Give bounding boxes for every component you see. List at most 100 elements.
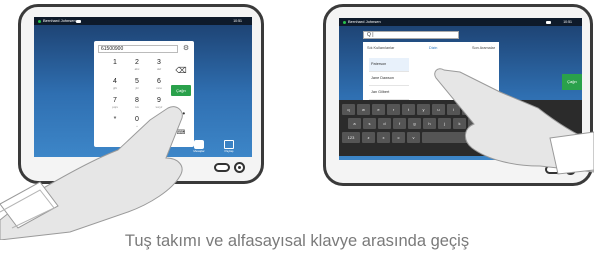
call-button[interactable]: Çağrı [562, 74, 582, 90]
keyboard-key[interactable]: q [342, 104, 355, 115]
key-digit: 5 [135, 78, 139, 85]
volume-button[interactable] [545, 165, 561, 174]
volume-button[interactable] [214, 163, 230, 172]
directory-tabs: Sık Kullanılanlar Dizin Son Aramalar [367, 46, 495, 53]
list-item[interactable]: Jan Gilbert [369, 86, 409, 100]
keypad-key[interactable]: * [104, 116, 126, 135]
status-bar: Bernhard Johnsen 10:51 [339, 18, 582, 26]
keyboard-key[interactable]: s [363, 118, 376, 129]
keyboard-key[interactable]: y [417, 104, 430, 115]
key-digit: 3 [157, 59, 161, 66]
left-screen: Bernhard Johnsen 10:51 61500900 ⚙ 1 2 abc 3… [34, 17, 252, 157]
keypad-key[interactable]: 2 abc [126, 59, 148, 78]
keyboard-key[interactable]: g [408, 118, 421, 129]
keypad-key[interactable]: 1 [104, 59, 126, 78]
keypad-key[interactable]: 6 mno [148, 78, 170, 97]
keyboard-key[interactable]: b [478, 132, 491, 143]
keyboard-row: qwertyuiop [342, 104, 579, 115]
key-letters: wxyz [155, 105, 163, 109]
keyboard-key[interactable]: d [378, 118, 391, 129]
more-button[interactable]: ••• [172, 109, 190, 118]
keyboard-toggle-button[interactable]: ⌨ [172, 129, 190, 136]
key-digit: # [157, 116, 161, 123]
keyboard-key[interactable]: a [348, 118, 361, 129]
key-digit: 2 [135, 59, 139, 66]
keyboard-key[interactable]: w [357, 104, 370, 115]
keyboard-key[interactable]: i [447, 104, 460, 115]
list-item[interactable]: Jane Dawson [369, 72, 409, 86]
keypad-key[interactable]: 8 tuv [126, 97, 148, 116]
keypad-key[interactable]: 4 ghi [104, 78, 126, 97]
gear-icon[interactable]: ⚙ [182, 45, 190, 53]
hardware-buttons [545, 164, 576, 175]
keyboard-key[interactable]: c [392, 132, 405, 143]
keyboard-key[interactable]: v [407, 132, 420, 143]
keypad-key[interactable]: 7 pqrs [104, 97, 126, 116]
keyboard-key[interactable]: z [362, 132, 375, 143]
keypad-key[interactable]: 5 jkl [126, 78, 148, 97]
keypad-key[interactable]: 3 def [148, 59, 170, 78]
key-letters: pqrs [112, 105, 118, 109]
dial-keypad: 61500900 ⚙ 1 2 abc 3 def 4 ghi 5 jkl 6 mno 7 pqrs 8 tu… [94, 41, 194, 147]
keypad-grid: 1 2 abc 3 def 4 ghi 5 jkl 6 mno 7 pqrs 8 tuv 9 wxyz * 0 + # [104, 59, 170, 135]
key-digit: 4 [113, 78, 117, 85]
share-label: Paylaş [224, 149, 234, 153]
keyboard-key[interactable]: t [402, 104, 415, 115]
keyboard-key[interactable]: 123 [342, 132, 360, 143]
backspace-button[interactable]: ⌫ [172, 66, 190, 75]
directory-panel: Sık Kullanılanlar Dizin Son Aramalar Pat… [363, 42, 499, 102]
user-name[interactable]: Bernhard Johnsen [43, 17, 76, 25]
clock: 10:51 [233, 19, 242, 23]
keyboard-key[interactable]: e [372, 104, 385, 115]
key-digit: 0 [135, 116, 139, 123]
keypad-key[interactable]: 0 + [126, 116, 148, 135]
contact-list: Paterson Jane Dawson Jan Gilbert [369, 58, 409, 100]
keyboard-row: asdfghjkl [342, 118, 579, 129]
key-digit: 8 [135, 97, 139, 104]
camera-icon[interactable] [75, 19, 81, 23]
clock: 10:51 [563, 20, 572, 24]
tab-recents[interactable]: Son Aramalar [472, 46, 495, 53]
keyboard-key[interactable]: x [377, 132, 390, 143]
right-tablet: Bernhard Johnsen 10:51 Q | Sık Kullanıla… [323, 4, 593, 186]
keyboard-key[interactable]: h [423, 118, 436, 129]
keyboard-key[interactable]: u [432, 104, 445, 115]
list-item[interactable]: Paterson [369, 58, 409, 72]
presence-dot [38, 19, 41, 23]
key-letters: abc [134, 67, 140, 71]
messages-button[interactable]: Mesajlar [190, 140, 208, 157]
key-letters: tuv [134, 105, 139, 109]
key-digit: 7 [113, 97, 117, 104]
space-key[interactable] [422, 132, 476, 143]
share-icon [224, 140, 234, 149]
keypad-key[interactable]: 9 wxyz [148, 97, 170, 116]
key-letters: jkl [135, 86, 139, 90]
key-digit: 9 [157, 97, 161, 104]
right-screen: Bernhard Johnsen 10:51 Q | Sık Kullanıla… [339, 18, 582, 160]
hardware-buttons [214, 162, 245, 173]
keyboard-key[interactable]: l [468, 118, 481, 129]
keyboard-key[interactable]: m [508, 132, 521, 143]
keyboard-key[interactable]: r [387, 104, 400, 115]
power-button[interactable] [234, 162, 245, 173]
message-icon [194, 140, 204, 149]
camera-icon[interactable] [546, 20, 552, 24]
tab-directory[interactable]: Dizin [429, 46, 437, 53]
tab-favorites[interactable]: Sık Kullanılanlar [367, 46, 394, 53]
call-button[interactable]: Çağrı [171, 85, 191, 96]
keyboard-key[interactable]: p [477, 104, 490, 115]
key-letters: def [156, 67, 162, 71]
user-name[interactable]: Bernhard Johnsen [348, 18, 381, 26]
keyboard-key[interactable]: o [462, 104, 475, 115]
keyboard-key[interactable]: k [453, 118, 466, 129]
keyboard-key[interactable]: j [438, 118, 451, 129]
power-button[interactable] [565, 164, 576, 175]
keyboard-key[interactable]: n [493, 132, 506, 143]
number-input[interactable]: 61500900 [98, 45, 178, 53]
keyboard-key[interactable]: f [393, 118, 406, 129]
key-digit: 1 [113, 59, 117, 66]
bottom-dock: Mesajlar Paylaş [34, 137, 252, 157]
search-input[interactable]: Q | [363, 31, 459, 39]
keypad-key[interactable]: # [148, 116, 170, 135]
share-button[interactable]: Paylaş [220, 140, 238, 157]
